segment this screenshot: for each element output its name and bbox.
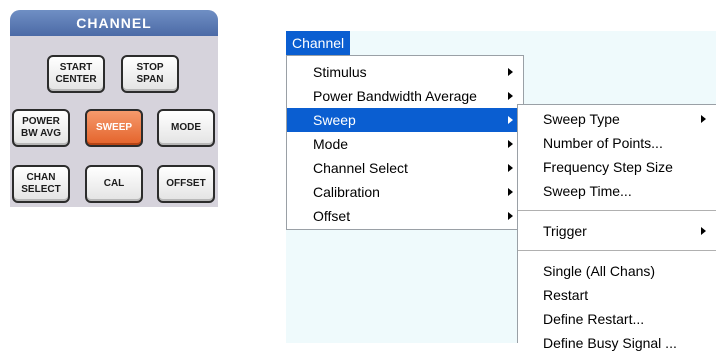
- menu-item-label: Trigger: [543, 223, 587, 239]
- menu-item-label: Define Busy Signal ...: [543, 335, 677, 351]
- start-center-key[interactable]: START CENTER: [47, 55, 105, 93]
- menu-item-label: Mode: [313, 136, 349, 152]
- stop-span-key[interactable]: STOP SPAN: [121, 55, 179, 93]
- menu-item-mode[interactable]: Mode: [287, 132, 523, 156]
- menu-item-label: Sweep: [313, 112, 356, 128]
- menu-item-label: Sweep Time...: [543, 183, 632, 199]
- menu-item-single-all-chans[interactable]: Single (All Chans): [518, 259, 716, 283]
- menu-item-sweep[interactable]: Sweep: [287, 108, 523, 132]
- submenu-arrow-icon: [508, 140, 513, 148]
- menu-item-label: Restart: [543, 287, 589, 303]
- menu-item-channel-select[interactable]: Channel Select: [287, 156, 523, 180]
- sweep-key[interactable]: SWEEP: [85, 109, 143, 147]
- chan-select-key[interactable]: CHAN SELECT: [12, 165, 70, 203]
- menu-item-label: Stimulus: [313, 64, 367, 80]
- submenu-arrow-icon: [508, 68, 513, 76]
- channel-key-panel: CHANNEL START CENTER STOP SPAN POWER BW …: [10, 10, 218, 207]
- menu-item-label: Offset: [313, 208, 351, 224]
- submenu-arrow-icon: [508, 164, 513, 172]
- submenu-arrow-icon: [508, 92, 513, 100]
- power-bw-avg-key[interactable]: POWER BW AVG: [12, 109, 70, 147]
- menu-item-power-bandwidth-average[interactable]: Power Bandwidth Average: [287, 84, 523, 108]
- menu-item-frequency-step-size[interactable]: Frequency Step Size: [518, 155, 716, 179]
- menubar-channel[interactable]: Channel: [286, 31, 351, 55]
- menu-item-offset[interactable]: Offset: [287, 204, 523, 228]
- menu-item-label: Define Restart...: [543, 311, 645, 327]
- channel-menu: Stimulus Power Bandwidth Average Sweep M…: [286, 55, 524, 230]
- menu-item-define-busy-signal[interactable]: Define Busy Signal ...: [518, 331, 716, 355]
- cal-key[interactable]: CAL: [85, 165, 143, 203]
- submenu-arrow-icon: [508, 212, 513, 220]
- menu-item-trigger[interactable]: Trigger: [518, 219, 716, 243]
- menu-item-label: Number of Points...: [543, 135, 663, 151]
- offset-key[interactable]: OFFSET: [157, 165, 215, 203]
- menu-item-label: Sweep Type: [543, 111, 620, 127]
- submenu-arrow-icon: [701, 227, 706, 235]
- menu-item-label: Calibration: [313, 184, 380, 200]
- menu-item-restart[interactable]: Restart: [518, 283, 716, 307]
- menu-item-label: Frequency Step Size: [543, 159, 673, 175]
- menu-item-stimulus[interactable]: Stimulus: [287, 60, 523, 84]
- menu-item-label: Channel Select: [313, 160, 408, 176]
- submenu-arrow-icon: [701, 115, 706, 123]
- submenu-arrow-icon: [508, 116, 513, 124]
- menu-item-number-of-points[interactable]: Number of Points...: [518, 131, 716, 155]
- sweep-submenu: Sweep Type Number of Points... Frequency…: [517, 104, 716, 351]
- menu-item-label: Power Bandwidth Average: [313, 88, 477, 104]
- menu-item-sweep-time[interactable]: Sweep Time...: [518, 179, 716, 203]
- menu-separator: [518, 250, 716, 251]
- menu-separator: [518, 210, 716, 211]
- menu-item-sweep-type[interactable]: Sweep Type: [518, 107, 716, 131]
- menu-item-define-restart[interactable]: Define Restart...: [518, 307, 716, 331]
- mode-key[interactable]: MODE: [157, 109, 215, 147]
- menu-item-calibration[interactable]: Calibration: [287, 180, 523, 204]
- menu-item-label: Single (All Chans): [543, 263, 656, 279]
- submenu-arrow-icon: [508, 188, 513, 196]
- panel-title: CHANNEL: [10, 10, 218, 36]
